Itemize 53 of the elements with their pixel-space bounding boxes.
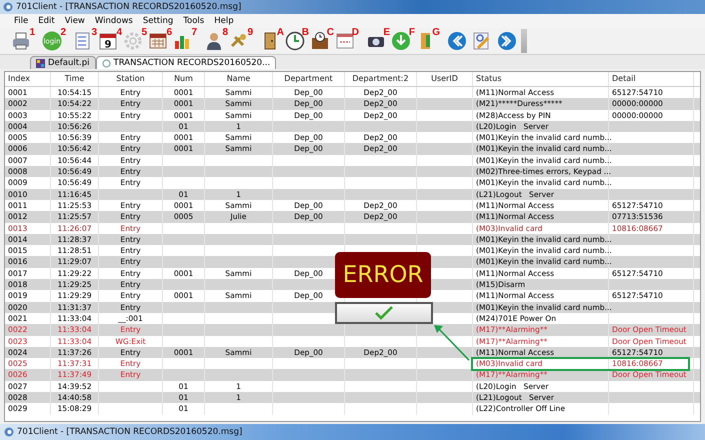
picture-file-icon bbox=[36, 58, 45, 68]
bar-chart-icon bbox=[175, 36, 189, 49]
calendar-icon: 9 bbox=[98, 31, 118, 51]
printer-icon bbox=[13, 32, 29, 50]
camera-icon bbox=[368, 37, 384, 47]
toolbar-button[interactable] bbox=[496, 30, 518, 52]
document-tab[interactable]: Default.pi bbox=[30, 56, 96, 69]
magnifier-pencil-icon bbox=[474, 32, 490, 50]
exit-door-icon bbox=[421, 33, 430, 49]
column-header[interactable]: Name bbox=[205, 72, 273, 86]
back-icon bbox=[448, 32, 466, 50]
toolbar-button[interactable] bbox=[446, 30, 468, 52]
ok-button[interactable] bbox=[335, 302, 433, 324]
forward-icon bbox=[498, 32, 516, 50]
toolbar-button[interactable]: B bbox=[284, 30, 306, 52]
keys-icon bbox=[230, 34, 246, 48]
error-banner: ERROR bbox=[335, 252, 431, 298]
menu-item[interactable]: File bbox=[14, 16, 28, 26]
column-header[interactable]: Detail bbox=[609, 72, 694, 86]
column-header[interactable]: Station bbox=[99, 72, 163, 86]
column-header[interactable]: UserID bbox=[417, 72, 473, 86]
door-icon bbox=[264, 32, 276, 50]
column-header[interactable]: Department:2 bbox=[345, 72, 417, 86]
toolbar-button[interactable]: G bbox=[415, 30, 437, 52]
toolbar-button[interactable]: D bbox=[334, 30, 356, 52]
column-header[interactable]: Department bbox=[273, 72, 345, 86]
download-icon bbox=[392, 32, 410, 50]
menu-item[interactable]: Edit bbox=[38, 16, 55, 26]
menu-item[interactable]: Tools bbox=[183, 16, 204, 26]
toolbar-overflow-handle[interactable] bbox=[521, 29, 527, 53]
taskbar-title: 701Client - [TRANSACTION RECORDS20160520.msg] bbox=[17, 427, 242, 437]
menu-item[interactable]: View bbox=[64, 16, 85, 26]
column-header[interactable]: Num bbox=[163, 72, 205, 86]
loading-icon bbox=[102, 58, 111, 68]
pointer-arrow bbox=[434, 325, 470, 361]
document-tab[interactable]: TRANSACTION RECORDS20160520... bbox=[96, 56, 276, 69]
menu-item[interactable]: Windows bbox=[94, 16, 133, 26]
toolbar-button[interactable]: C bbox=[309, 30, 331, 52]
column-header[interactable]: Time bbox=[51, 72, 99, 86]
app-icon bbox=[3, 2, 13, 12]
menu-item[interactable]: Setting bbox=[142, 16, 174, 26]
person-icon bbox=[207, 33, 221, 50]
app-icon bbox=[4, 427, 14, 437]
column-header[interactable]: Status bbox=[473, 72, 609, 86]
briefcase-clock-icon bbox=[312, 32, 328, 49]
menu-item[interactable]: Help bbox=[214, 16, 234, 26]
checklist-icon bbox=[76, 32, 90, 50]
gear-icon bbox=[124, 32, 142, 50]
column-header[interactable]: Index bbox=[5, 72, 51, 86]
checkmark-icon bbox=[375, 306, 393, 320]
window-title: 701Client - [TRANSACTION RECORDS20160520.msg] bbox=[16, 2, 242, 12]
calendar-icon bbox=[150, 34, 166, 48]
window-icon bbox=[336, 34, 354, 48]
